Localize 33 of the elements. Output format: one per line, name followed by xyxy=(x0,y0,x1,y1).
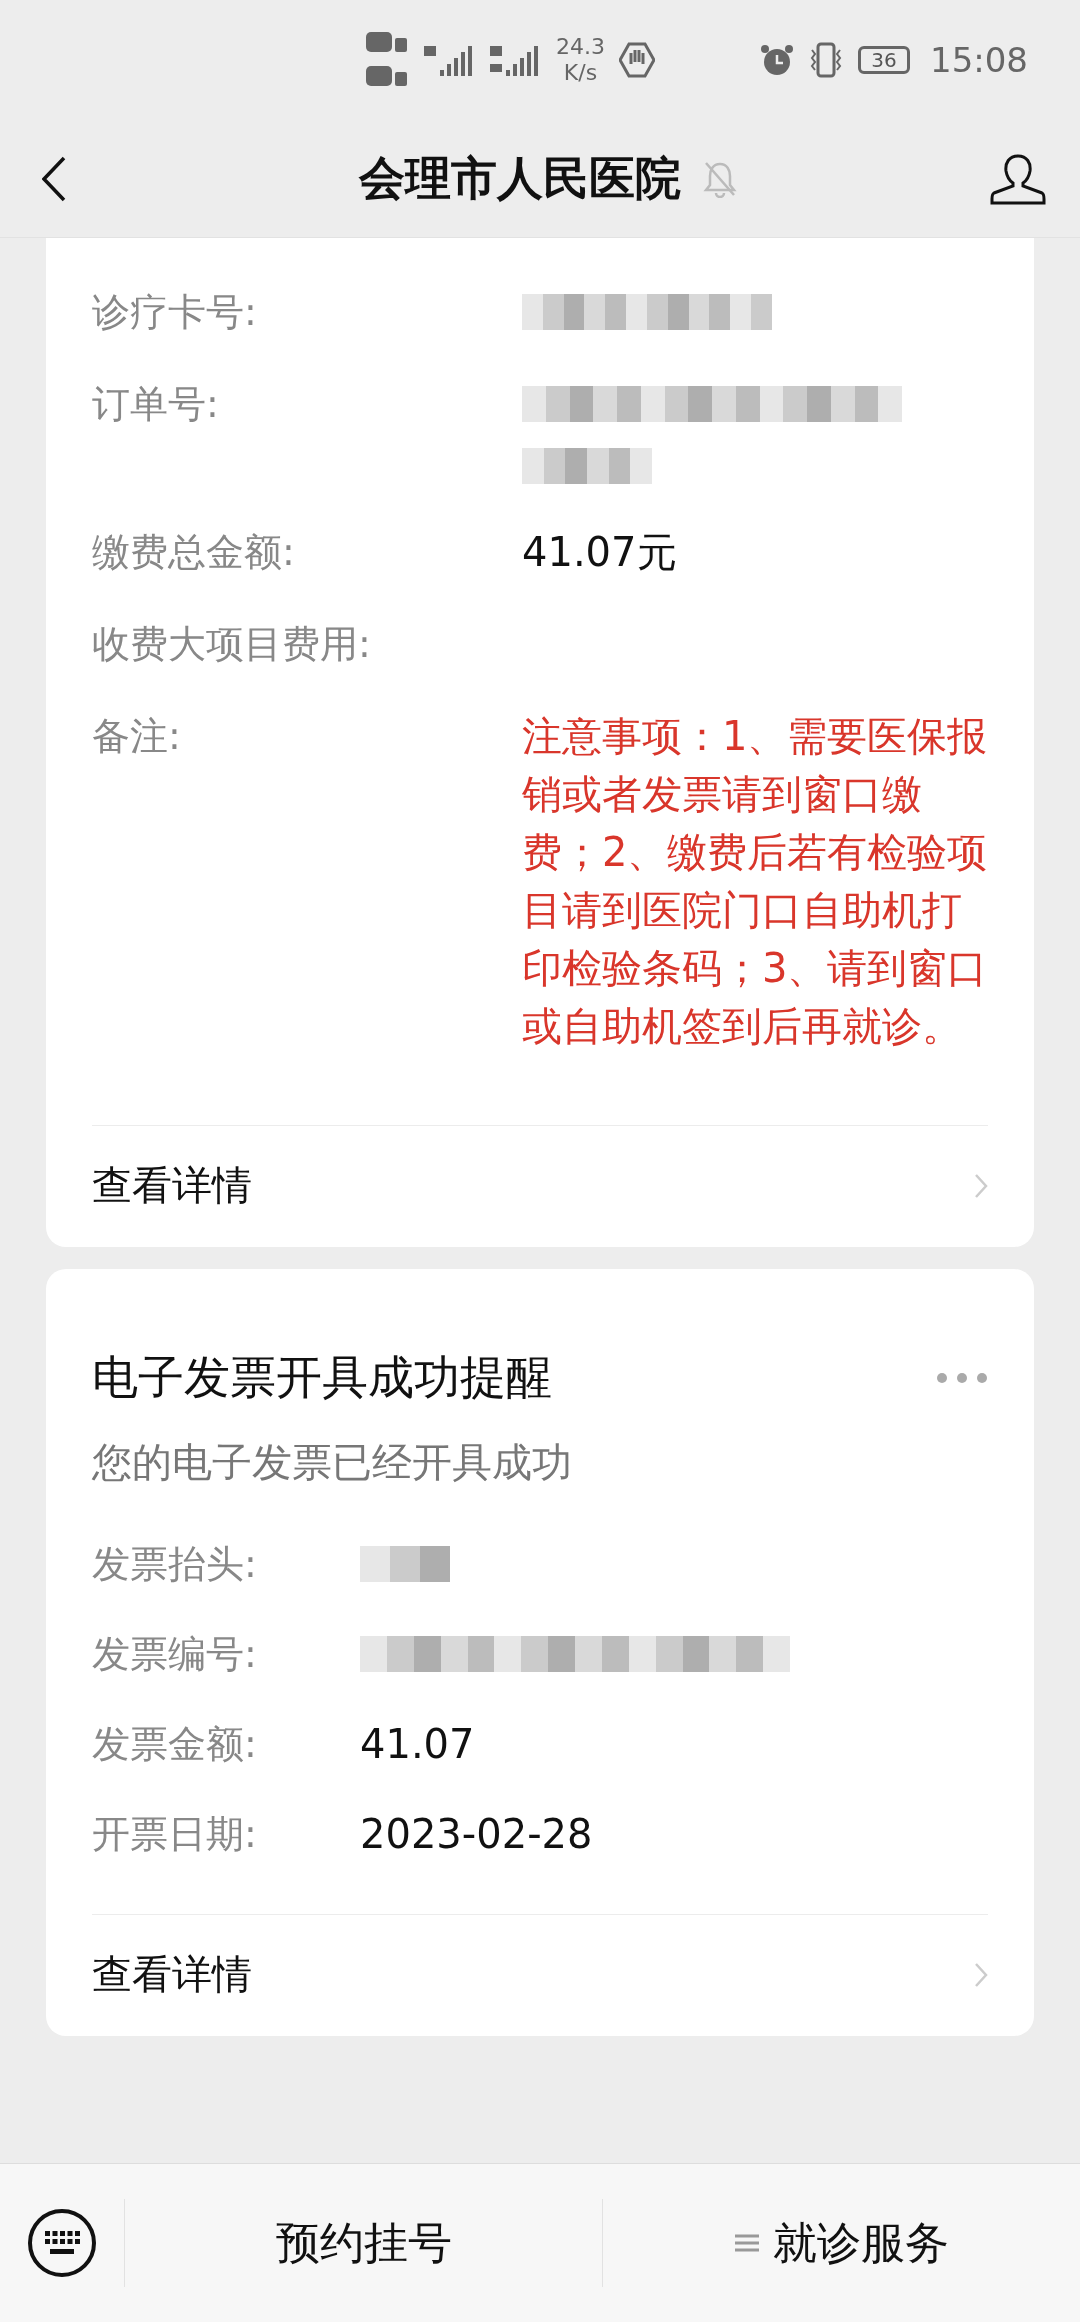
field-value: 41.07元 xyxy=(522,528,678,576)
menu-tab[interactable]: 预约挂号 xyxy=(125,2199,603,2287)
field-label: 备注: xyxy=(92,713,182,760)
card-title: 电子发票开具成功提醒 xyxy=(92,1349,552,1406)
field-value: 41.07 xyxy=(360,1720,476,1768)
page-title: 会理市人民医院 xyxy=(359,149,681,207)
field-value: 2023-02-28 xyxy=(360,1810,594,1858)
keyboard-icon xyxy=(28,2209,96,2277)
network-speed: 24.3 xyxy=(556,34,605,60)
person-icon xyxy=(990,152,1046,205)
chevron-icon xyxy=(974,1961,988,1988)
field-label: 发票编号: xyxy=(92,1631,258,1678)
field-label: 订单号: xyxy=(92,381,220,428)
field-label: 诊疗卡号: xyxy=(92,289,258,336)
menu-tab[interactable]: 就诊服务 xyxy=(603,2199,1080,2287)
alarm-icon xyxy=(760,43,794,77)
clock: 15:08 xyxy=(930,40,1028,80)
more-icon xyxy=(936,1372,988,1384)
chevron-icon xyxy=(974,1172,988,1199)
field-label: 发票抬头: xyxy=(92,1541,258,1588)
view-details-link[interactable]: 查看详情 xyxy=(92,1125,988,1247)
back-icon xyxy=(42,155,66,202)
vibrate-icon xyxy=(808,42,844,78)
field-label: 开票日期: xyxy=(92,1811,258,1858)
view-details-link[interactable]: 查看详情 xyxy=(92,1914,988,2036)
field-label: 缴费总金额: xyxy=(92,529,296,576)
notice-text: 注意事项：1、需要医保报销或者发票请到窗口缴费；2、缴费后若有检验项目请到医院门口自助机打印检验条码；3、请到窗口或自助机签到后再就诊。 xyxy=(522,712,988,1051)
speed-unit: K/s xyxy=(563,60,598,86)
hand-icon xyxy=(619,42,655,78)
card-subtitle: 您的电子发票已经开具成功 xyxy=(92,1438,573,1487)
field-label: 收费大项目费用: xyxy=(92,621,372,668)
battery-level: 36 xyxy=(871,48,897,72)
field-label: 发票金额: xyxy=(92,1721,258,1768)
